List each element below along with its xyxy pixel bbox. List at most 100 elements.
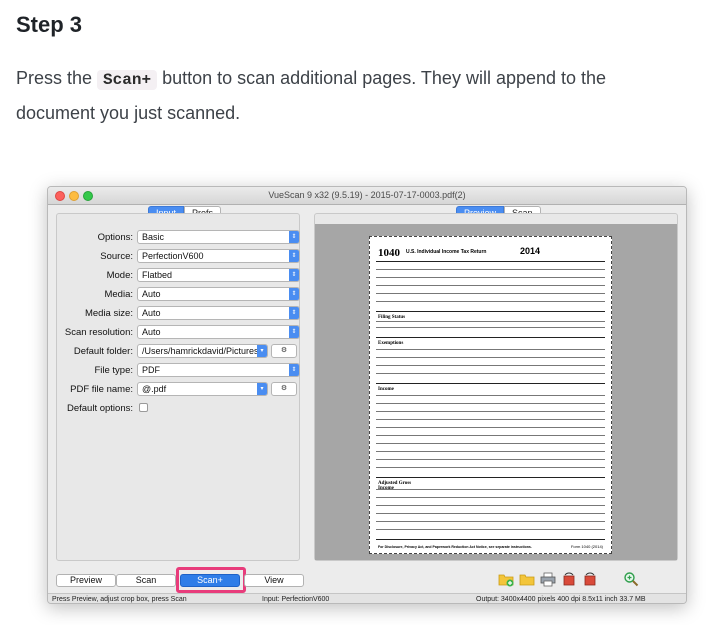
form-rule	[376, 311, 605, 312]
option-row-pdf-file-name: PDF file name: @.pdf ▾ ⚙	[57, 382, 301, 398]
chevron-updown-icon: ⇕	[289, 231, 299, 243]
window-title: VueScan 9 x32 (9.5.19) - 2015-07-17-0003…	[268, 190, 466, 200]
form-rule	[376, 327, 605, 328]
step-title: Step 3	[16, 12, 83, 37]
form-rule	[376, 443, 605, 444]
media-select[interactable]: Auto ⇕	[137, 287, 300, 301]
form-section-exemptions: Exemptions	[378, 341, 404, 346]
option-row-media: Media: Auto ⇕	[57, 287, 301, 303]
option-row-default-folder: Default folder: /Users/hamrickdavid/Pict…	[57, 344, 301, 360]
form-subtitle: U.S. Individual Income Tax Return	[406, 249, 487, 255]
zoom-in-icon[interactable]	[623, 571, 639, 587]
form-rule	[376, 539, 605, 540]
input-value: @.pdf	[142, 384, 167, 394]
form-rule	[376, 505, 605, 506]
form-rule	[376, 477, 605, 478]
form-rule	[376, 489, 605, 490]
chevron-updown-icon: ⇕	[289, 269, 299, 281]
option-label: Default folder:	[73, 346, 133, 357]
option-row-resolution: Scan resolution: Auto ⇕	[57, 325, 301, 341]
option-label: Scan resolution:	[64, 327, 133, 338]
printer-icon[interactable]	[540, 571, 556, 587]
vuescan-window: VueScan 9 x32 (9.5.19) - 2015-07-17-0003…	[47, 186, 687, 604]
option-row-options: Options: Basic ⇕	[57, 230, 301, 246]
form-rule	[376, 383, 605, 384]
chevron-updown-icon: ⇕	[289, 326, 299, 338]
preview-panel: 1040 U.S. Individual Income Tax Return 2…	[314, 213, 678, 561]
step-description: Press the Scan+ button to scan additiona…	[16, 62, 686, 130]
options-panel: Options: Basic ⇕ Source: PerfectionV600 ⇕ …	[56, 213, 300, 561]
options-select[interactable]: Basic ⇕	[137, 230, 300, 244]
option-label: Options:	[97, 232, 133, 243]
option-row-media-size: Media size: Auto ⇕	[57, 306, 301, 322]
select-value: PDF	[142, 365, 160, 375]
option-row-mode: Mode: Flatbed ⇕	[57, 268, 301, 284]
new-folder-icon[interactable]	[498, 571, 514, 587]
source-select[interactable]: PerfectionV600 ⇕	[137, 249, 300, 263]
preview-canvas[interactable]: 1040 U.S. Individual Income Tax Return 2…	[315, 224, 677, 560]
scan-button[interactable]: Scan	[116, 574, 176, 587]
form-number: 1040	[378, 247, 400, 259]
status-input: Input: PerfectionV600	[262, 596, 330, 603]
select-value: Auto	[142, 289, 161, 299]
view-button[interactable]: View	[244, 574, 304, 587]
option-label: Media size:	[84, 308, 133, 319]
default-options-checkbox[interactable]	[139, 403, 148, 412]
form-footer-note: For Disclosure, Privacy Act, and Paperwo…	[378, 545, 532, 549]
rotate-right-icon[interactable]	[582, 571, 598, 587]
inline-code: Scan+	[97, 70, 158, 90]
rotate-left-icon[interactable]	[561, 571, 577, 587]
select-value: Basic	[142, 232, 165, 242]
option-row-default-options: Default options:	[57, 401, 301, 417]
status-bar: Press Preview, adjust crop box, press Sc…	[48, 593, 686, 603]
option-label: PDF file name:	[70, 384, 133, 395]
chevron-updown-icon: ⇕	[289, 250, 299, 262]
form-rule	[376, 427, 605, 428]
default-folder-select[interactable]: /Users/hamrickdavid/Pictures ▾	[137, 344, 268, 358]
form-rule	[376, 285, 605, 286]
option-label: Mode:	[106, 270, 133, 281]
form-rule	[376, 435, 605, 436]
option-label: File type:	[94, 365, 133, 376]
form-rule	[376, 419, 605, 420]
form-rule	[376, 403, 605, 404]
form-rule	[376, 301, 605, 302]
form-rule	[376, 365, 605, 366]
form-section-filing-status: Filing Status	[378, 315, 406, 320]
title-bar: VueScan 9 x32 (9.5.19) - 2015-07-17-0003…	[48, 187, 686, 205]
media-size-select[interactable]: Auto ⇕	[137, 306, 300, 320]
scan-plus-highlight	[176, 567, 246, 593]
option-row-source: Source: PerfectionV600 ⇕	[57, 249, 301, 265]
form-rule	[376, 321, 605, 322]
form-rule	[376, 277, 605, 278]
option-label: Media:	[104, 289, 133, 300]
select-value: Flatbed	[142, 270, 173, 280]
mode-select[interactable]: Flatbed ⇕	[137, 268, 300, 282]
chevron-updown-icon: ⇕	[289, 307, 299, 319]
select-value: Auto	[142, 327, 161, 337]
form-rule	[376, 467, 605, 468]
form-rule	[376, 513, 605, 514]
file-type-select[interactable]: PDF ⇕	[137, 363, 300, 377]
form-rule	[376, 411, 605, 412]
form-rule	[376, 521, 605, 522]
description-text: Press the	[16, 68, 98, 88]
preview-button[interactable]: Preview	[56, 574, 116, 587]
file-name-options-button[interactable]: ⚙	[271, 382, 297, 396]
browse-folder-button[interactable]: ⚙	[271, 344, 297, 358]
option-label: Default options:	[66, 403, 133, 414]
chevron-updown-icon: ⇕	[289, 364, 299, 376]
option-row-file-type: File type: PDF ⇕	[57, 363, 301, 379]
select-value: PerfectionV600	[142, 251, 204, 261]
form-rule	[376, 373, 605, 374]
pdf-file-name-input[interactable]: @.pdf ▾	[137, 382, 268, 396]
chevron-updown-icon: ⇕	[289, 288, 299, 300]
status-hint: Press Preview, adjust crop box, press Sc…	[52, 596, 187, 603]
form-rule	[376, 459, 605, 460]
form-rule	[376, 293, 605, 294]
scanned-page: 1040 U.S. Individual Income Tax Return 2…	[369, 236, 612, 554]
folder-icon[interactable]	[519, 571, 535, 587]
scan-resolution-select[interactable]: Auto ⇕	[137, 325, 300, 339]
option-label: Source:	[100, 251, 133, 262]
form-rule	[376, 357, 605, 358]
